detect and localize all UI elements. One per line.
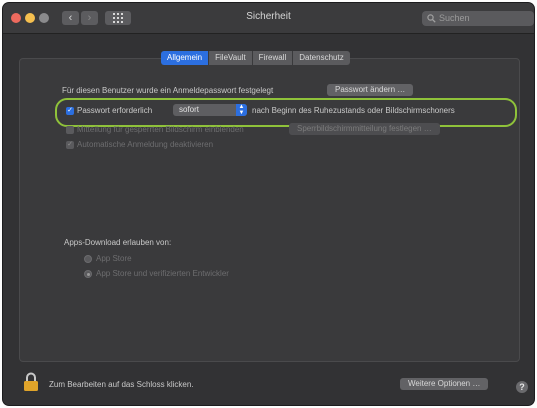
lock-message-button[interactable]: Sperrbildschirmmitteilung festlegen …: [289, 123, 440, 135]
require-password-label: Passwort erforderlich: [77, 106, 153, 115]
radio-app-store-verified-label: App Store und verifizierten Entwickler: [96, 269, 229, 278]
tab-bar: Allgemein FileVault Firewall Datenschutz: [161, 51, 350, 65]
radio-app-store-label: App Store: [96, 254, 132, 263]
password-delay-popup[interactable]: sofort ▲ ▼: [173, 104, 247, 116]
search-icon: [427, 14, 436, 23]
tab-datenschutz[interactable]: Datenschutz: [293, 51, 350, 65]
change-password-button[interactable]: Passwort ändern …: [327, 84, 414, 96]
require-password-checkbox[interactable]: ✓: [66, 107, 74, 115]
require-password-suffix: nach Beginn des Ruhezustands oder Bildsc…: [252, 106, 455, 115]
apps-download-heading: Apps-Download erlauben von:: [64, 238, 172, 247]
tab-filevault[interactable]: FileVault: [209, 51, 253, 65]
advanced-options-button[interactable]: Weitere Optionen …: [400, 378, 489, 390]
chevron-updown-icon: ▲ ▼: [236, 104, 247, 116]
radio-app-store-verified[interactable]: [84, 270, 92, 278]
help-button[interactable]: ?: [516, 381, 528, 393]
title-bar: ‹ › Sicherheit Suchen: [3, 3, 534, 34]
auto-login-checkbox[interactable]: ✓: [66, 141, 74, 149]
tab-allgemein[interactable]: Allgemein: [161, 51, 210, 65]
login-password-text: Für diesen Benutzer wurde ein Anmeldepas…: [62, 86, 274, 95]
tab-firewall[interactable]: Firewall: [252, 51, 294, 65]
password-delay-value: sofort: [179, 105, 200, 114]
lock-hint-text: Zum Bearbeiten auf das Schloss klicken.: [49, 380, 194, 389]
lock-icon[interactable]: [23, 372, 39, 392]
auto-login-label: Automatische Anmeldung deaktivieren: [77, 140, 214, 149]
preferences-window: ‹ › Sicherheit Suchen Allgemein FileVaul…: [3, 3, 534, 405]
search-field[interactable]: Suchen: [422, 11, 534, 26]
radio-app-store[interactable]: [84, 255, 92, 263]
lock-message-label: Mitteilung für gesperrten Bildschirm ein…: [77, 125, 244, 134]
lock-message-checkbox[interactable]: [66, 126, 74, 134]
search-placeholder: Suchen: [439, 13, 470, 23]
